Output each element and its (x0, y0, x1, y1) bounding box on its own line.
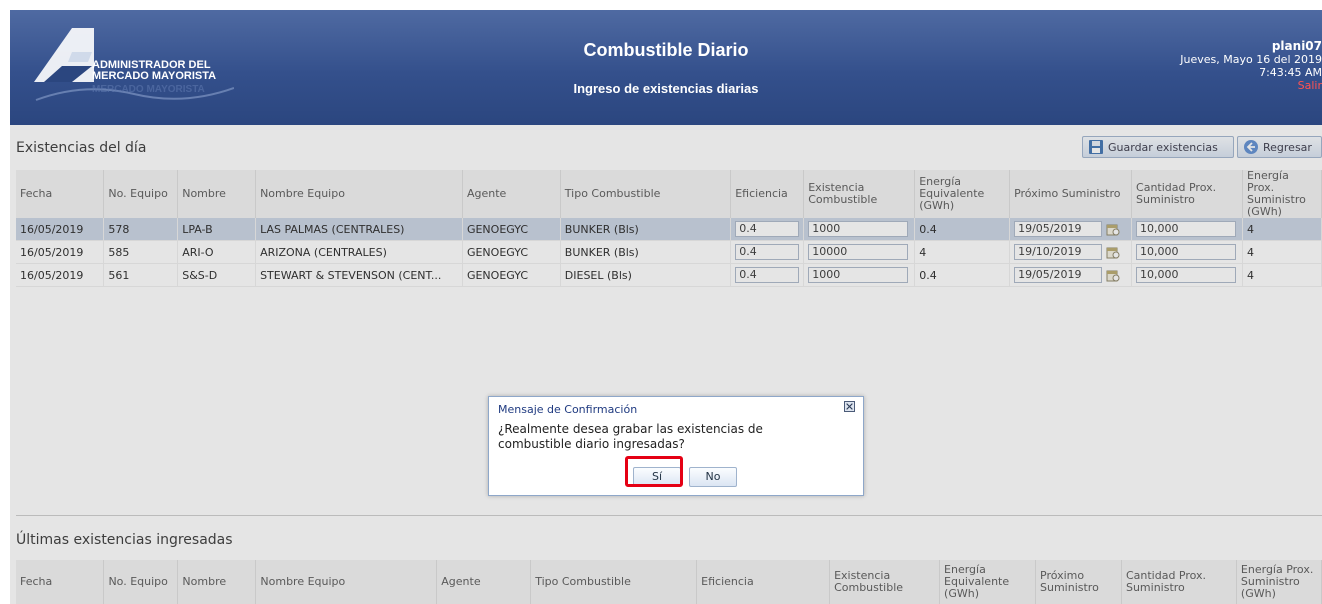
modal-overlay (10, 125, 1322, 604)
dialog-message: ¿Realmente desea grabar las existencias … (498, 422, 763, 451)
app-header: ADMINISTRADOR DEL MERCADO MAYORISTA MERC… (10, 10, 1322, 125)
page-title: Combustible Diario (583, 40, 749, 60)
page-subtitle: Ingreso de existencias diarias (573, 81, 759, 96)
current-time: 7:43:45 AM (1259, 66, 1322, 79)
logout-link[interactable]: Salir (1180, 79, 1322, 92)
user-info: plani07 Jueves, Mayo 16 del 2019 7:43:45… (1180, 39, 1322, 93)
current-date: Jueves, Mayo 16 del 2019 (1180, 53, 1322, 66)
user-name: plani07 (1271, 39, 1322, 53)
highlight-box (625, 456, 683, 487)
app-frame: ADMINISTRADOR DEL MERCADO MAYORISTA MERC… (10, 10, 1322, 604)
dialog-title: Mensaje de Confirmación (498, 403, 638, 416)
logo-text: ADMINISTRADOR DEL MERCADO MAYORISTA (92, 60, 216, 82)
close-icon[interactable] (844, 401, 855, 412)
no-button[interactable]: No (689, 467, 737, 487)
